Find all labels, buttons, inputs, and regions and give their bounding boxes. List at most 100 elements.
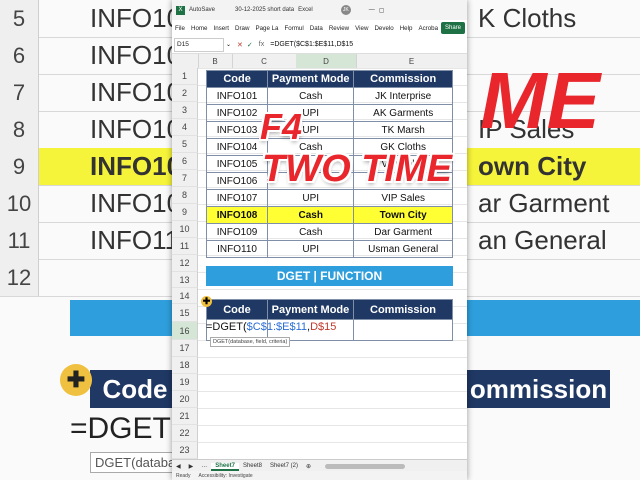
cell-code[interactable]: INFO101 [205,87,269,105]
column-header-b[interactable]: B [198,54,233,68]
lookup-header-code[interactable]: Code [206,299,268,320]
cell-commission[interactable]: AK Garments [353,104,453,122]
share-button[interactable]: Share [440,22,465,34]
ribbon-tab-draw[interactable]: Draw [232,25,252,32]
cell-payment-mode[interactable]: Cash [267,206,355,224]
corner-select-all[interactable] [172,54,199,68]
column-header-e[interactable]: E [356,54,467,68]
cell-code[interactable]: INFO107 [205,189,269,207]
background-big-word: ME [480,56,600,145]
cell-payment-mode[interactable]: UPI [267,240,355,258]
background-row-number: 12 [0,259,39,296]
overlay-instruction-text: TWO TIME [262,148,452,190]
background-code: INFO10 [90,151,182,181]
ribbon-tab-data[interactable]: Data [307,25,326,32]
cell-code[interactable]: INFO103 [205,121,269,139]
ribbon-tab-help[interactable]: Help [397,25,416,32]
cell-payment-mode[interactable]: Cash [267,87,355,105]
row-header[interactable]: 1 [172,68,198,85]
cell-editor[interactable]: =DGET($C$1:$E$11, D$15 [206,318,356,336]
row-header[interactable]: 19 [172,374,198,391]
row-header[interactable]: 9 [172,204,198,221]
column-header-c[interactable]: C [232,54,297,68]
ribbon-tab-acroba[interactable]: Acroba [415,25,441,32]
chevron-down-icon[interactable]: ⌄ [226,41,231,48]
avatar[interactable]: JK [340,5,351,15]
row-header[interactable]: 7 [172,170,198,187]
cancel-icon[interactable]: ✕ [237,41,243,49]
row-header[interactable]: 4 [172,119,198,136]
autosave-toggle[interactable]: AutoSave [189,7,215,13]
sheet-tab[interactable]: Sheet7 (2) [266,463,302,469]
ribbon-tab-insert[interactable]: Insert [211,25,232,32]
row-header[interactable]: 16 [172,322,198,340]
cell-commission[interactable]: Dar Garment [353,223,453,241]
row-header[interactable]: 10 [172,221,198,238]
row-header[interactable]: 8 [172,187,198,204]
ribbon-tab-view[interactable]: View [352,25,371,32]
horizontal-scrollbar[interactable] [325,463,406,469]
row-header[interactable]: 22 [172,425,198,442]
ribbon-tab-file[interactable]: File [172,25,188,32]
header-payment-mode[interactable]: Payment Mode [267,70,355,88]
row-header[interactable]: 21 [172,408,198,425]
header-code[interactable]: Code [205,70,269,88]
row-header[interactable]: 18 [172,357,198,374]
ribbon-tab-page-la[interactable]: Page La [252,25,281,32]
row-header[interactable]: 13 [172,272,198,288]
sheet-prev-icon[interactable]: ◀ [172,463,185,470]
row-header[interactable]: 6 [172,153,198,170]
row-header[interactable]: 20 [172,391,198,408]
formula-bar: D15 ⌄ ✕ ✓ fx =DGET($C$1:$E$11,D$15 [172,36,467,54]
row-header[interactable]: 17 [172,340,198,357]
cell-code[interactable]: INFO106 [205,172,269,190]
cell-payment-mode[interactable]: Cash [267,223,355,241]
cell-code[interactable]: INFO110 [205,240,269,258]
row-header[interactable]: 23 [172,442,198,459]
lookup-header-commission[interactable]: Commission [353,299,453,320]
cell-commission[interactable]: Usman General [353,240,453,258]
function-tooltip[interactable]: DGET(database, field, criteria) [210,337,291,347]
cell-payment-mode[interactable]: UPI [267,189,355,207]
minimize-icon[interactable]: — [369,7,375,13]
cell-commission[interactable]: JK Interprise [353,87,453,105]
sheet-more-icon[interactable]: … [197,463,211,469]
sheet-tab[interactable]: Sheet7 [211,463,239,471]
cell-code[interactable]: INFO102 [205,104,269,122]
cell-code[interactable]: INFO105 [205,155,269,173]
sheet-tab[interactable]: Sheet8 [239,463,266,469]
lookup-header-payment-mode[interactable]: Payment Mode [266,299,355,320]
row-header[interactable]: 11 [172,238,198,255]
column-header-d[interactable]: D [296,54,357,68]
row-header[interactable]: 14 [172,288,198,304]
function-icon[interactable]: fx [259,41,264,48]
cell-commission[interactable]: VIP Sales [353,189,453,207]
cell-commission[interactable]: TK Marsh [353,121,453,139]
maximize-icon[interactable]: ▢ [379,7,385,14]
enter-icon[interactable]: ✓ [247,41,253,49]
ribbon-tab-develo[interactable]: Develo [371,25,396,32]
lookup-cell-commission[interactable] [353,319,453,341]
formula-input[interactable]: =DGET($C$1:$E$11,D$15 [270,41,353,48]
ribbon-tab-formul[interactable]: Formul [282,25,307,32]
function-banner[interactable]: DGET | FUNCTION [206,266,453,286]
column-headers: B C D E [172,54,467,69]
name-box[interactable]: D15 [174,37,224,52]
row-header[interactable]: 3 [172,102,198,119]
ribbon-tab-review[interactable]: Review [326,25,352,32]
cell-commission[interactable]: Town City [353,206,453,224]
accessibility-status[interactable]: Accessibility: Investigate [198,473,252,479]
row-header[interactable]: 15 [172,304,198,322]
row-header[interactable]: 5 [172,136,198,153]
cell-code[interactable]: INFO104 [205,138,269,156]
cell-code[interactable]: INFO109 [205,223,269,241]
overlay-shortcut-text: F4 [260,106,303,147]
sheet-next-icon[interactable]: ▶ [185,463,198,470]
ribbon-tab-home[interactable]: Home [188,25,211,32]
row-header[interactable]: 2 [172,85,198,102]
add-sheet-icon[interactable]: ⊕ [302,463,315,470]
row-header[interactable]: 12 [172,255,198,272]
background-commission: K Cloths [478,3,577,33]
header-commission[interactable]: Commission [353,70,453,88]
cell-code[interactable]: INFO108 [205,206,269,224]
